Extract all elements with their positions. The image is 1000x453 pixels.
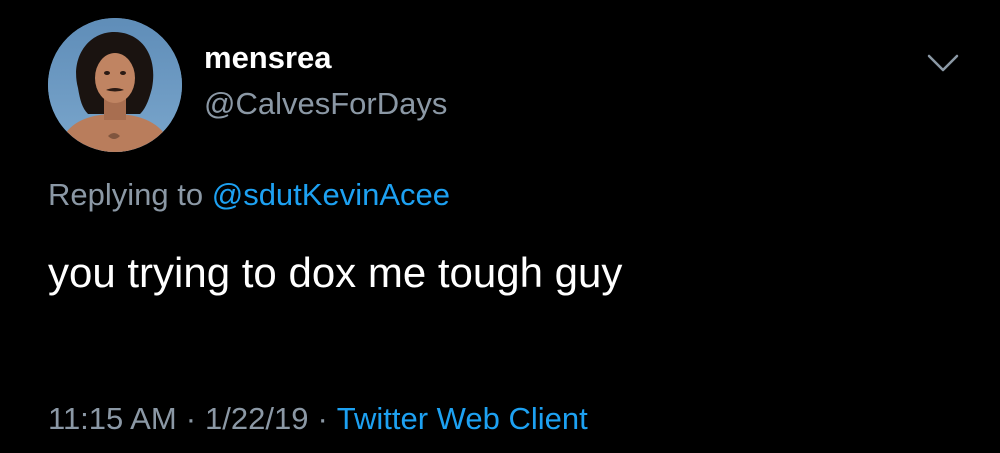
user-handle[interactable]: @CalvesForDays <box>204 86 447 122</box>
tweet-date[interactable]: 1/22/19 <box>205 401 308 436</box>
chevron-down-icon <box>927 54 959 72</box>
reply-mention-link[interactable]: @sdutKevinAcee <box>212 177 450 212</box>
avatar[interactable] <box>48 18 182 152</box>
meta-separator: · <box>185 401 197 436</box>
replying-prefix: Replying to <box>48 177 204 212</box>
profile-photo-icon <box>48 18 182 152</box>
tweet: mensrea @CalvesForDays Replying to @sdut… <box>0 0 1000 453</box>
display-name[interactable]: mensrea <box>204 40 332 76</box>
source-client-link[interactable]: Twitter Web Client <box>337 401 588 436</box>
tweet-time[interactable]: 11:15 AM <box>48 401 177 436</box>
tweet-text: you trying to dox me tough guy <box>48 249 623 296</box>
tweet-metadata: 11:15 AM · 1/22/19 · Twitter Web Client <box>48 400 588 438</box>
tweet-menu-button[interactable] <box>926 52 960 74</box>
replying-to-line: Replying to @sdutKevinAcee <box>48 176 450 214</box>
meta-separator: · <box>317 401 328 436</box>
